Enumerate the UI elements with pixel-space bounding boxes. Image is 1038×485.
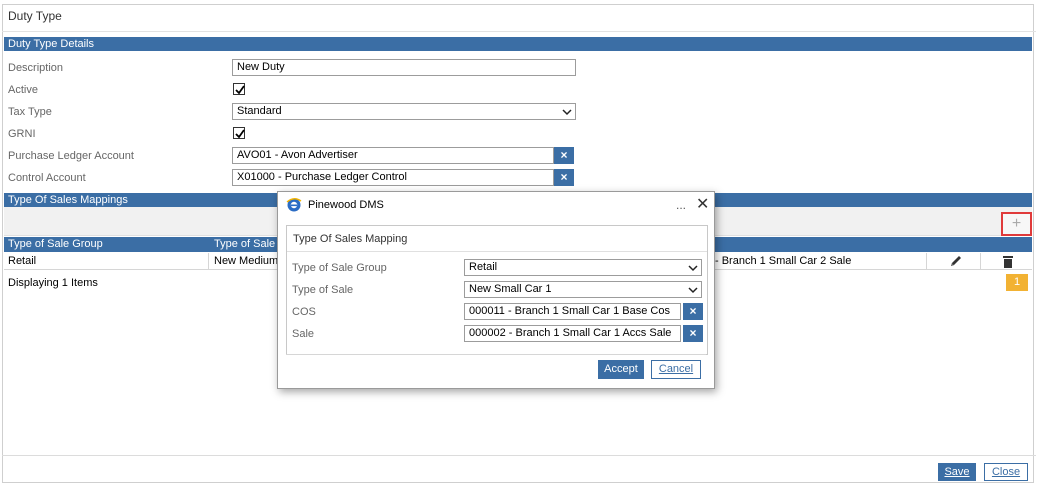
dialog-title: Pinewood DMS <box>308 199 384 211</box>
sale-label: Sale <box>292 328 315 340</box>
control-account-input[interactable]: X01000 - Purchase Ledger Control <box>232 169 554 186</box>
column-divider <box>926 253 927 270</box>
grni-checkbox[interactable] <box>233 127 245 139</box>
title-divider <box>2 31 1036 32</box>
save-button[interactable]: Save <box>938 463 976 481</box>
type-of-sale-value: New Small Car 1 <box>469 283 552 295</box>
purchase-ledger-clear-button[interactable]: × <box>554 147 574 164</box>
page-number-button[interactable]: 1 <box>1006 274 1028 291</box>
grni-label: GRNI <box>8 128 36 140</box>
checkmark-icon <box>235 85 245 95</box>
page-title: Duty Type <box>8 9 62 23</box>
control-account-label: Control Account <box>8 172 86 184</box>
tax-type-select[interactable]: Standard <box>232 103 576 120</box>
description-input[interactable]: New Duty <box>232 59 576 76</box>
purchase-ledger-input[interactable]: AVO01 - Avon Advertiser <box>232 147 554 164</box>
pencil-icon[interactable] <box>949 255 963 268</box>
mapping-dialog: Pinewood DMS ... ✕ Type Of Sales Mapping… <box>277 191 715 389</box>
dialog-panel-divider <box>287 251 707 252</box>
active-label: Active <box>8 84 38 96</box>
cos-label: COS <box>292 306 316 318</box>
details-section-header: Duty Type Details <box>4 37 1032 51</box>
column-header-type-of-sale[interactable]: Type of Sale <box>214 237 275 252</box>
close-button[interactable]: Close <box>984 463 1028 481</box>
type-of-sale-group-value: Retail <box>469 261 498 273</box>
type-of-sale-select[interactable]: New Small Car 1 <box>464 281 702 298</box>
chevron-down-icon <box>688 265 698 272</box>
accept-button[interactable]: Accept <box>598 360 644 379</box>
dialog-more-button[interactable]: ... <box>676 198 686 212</box>
purchase-ledger-label: Purchase Ledger Account <box>8 150 134 162</box>
chevron-down-icon <box>688 287 698 294</box>
row-sale-cell: - Branch 1 Small Car 2 Sale <box>715 255 852 267</box>
add-mapping-button[interactable]: + <box>1001 212 1032 236</box>
trash-icon[interactable] <box>1001 255 1015 268</box>
dialog-footer-divider <box>286 354 706 355</box>
sale-input[interactable]: 000002 - Branch 1 Small Car 1 Accs Sale <box>464 325 681 342</box>
cos-clear-button[interactable]: × <box>683 303 703 320</box>
cos-input[interactable]: 000011 - Branch 1 Small Car 1 Base Cos <box>464 303 681 320</box>
dialog-panel: Type Of Sales Mapping Type of Sale Group… <box>286 225 708 355</box>
row-type-of-sale-cell: New Medium <box>214 255 279 267</box>
dialog-panel-title: Type Of Sales Mapping <box>293 233 408 245</box>
checkmark-icon <box>235 129 245 139</box>
type-of-sale-label: Type of Sale <box>292 284 354 296</box>
dialog-titlebar[interactable]: Pinewood DMS ... ✕ <box>278 192 714 220</box>
row-group-cell: Retail <box>8 255 37 267</box>
sale-clear-button[interactable]: × <box>683 325 703 342</box>
column-divider <box>980 253 981 270</box>
description-label: Description <box>8 62 64 74</box>
dialog-close-button[interactable]: ✕ <box>696 194 709 214</box>
tax-type-label: Tax Type <box>8 106 52 118</box>
grid-item-count: Displaying 1 Items <box>8 277 98 289</box>
plus-icon: + <box>1011 215 1022 232</box>
column-header-group[interactable]: Type of Sale Group <box>8 237 103 252</box>
column-divider <box>208 253 209 270</box>
active-checkbox[interactable] <box>233 83 245 95</box>
type-of-sale-group-label: Type of Sale Group <box>292 262 387 274</box>
browser-icon <box>286 198 302 212</box>
cancel-button[interactable]: Cancel <box>651 360 701 379</box>
control-account-clear-button[interactable]: × <box>554 169 574 186</box>
footer-divider <box>2 455 1036 456</box>
type-of-sale-group-select[interactable]: Retail <box>464 259 702 276</box>
tax-type-value: Standard <box>237 105 282 117</box>
chevron-down-icon <box>562 109 572 116</box>
